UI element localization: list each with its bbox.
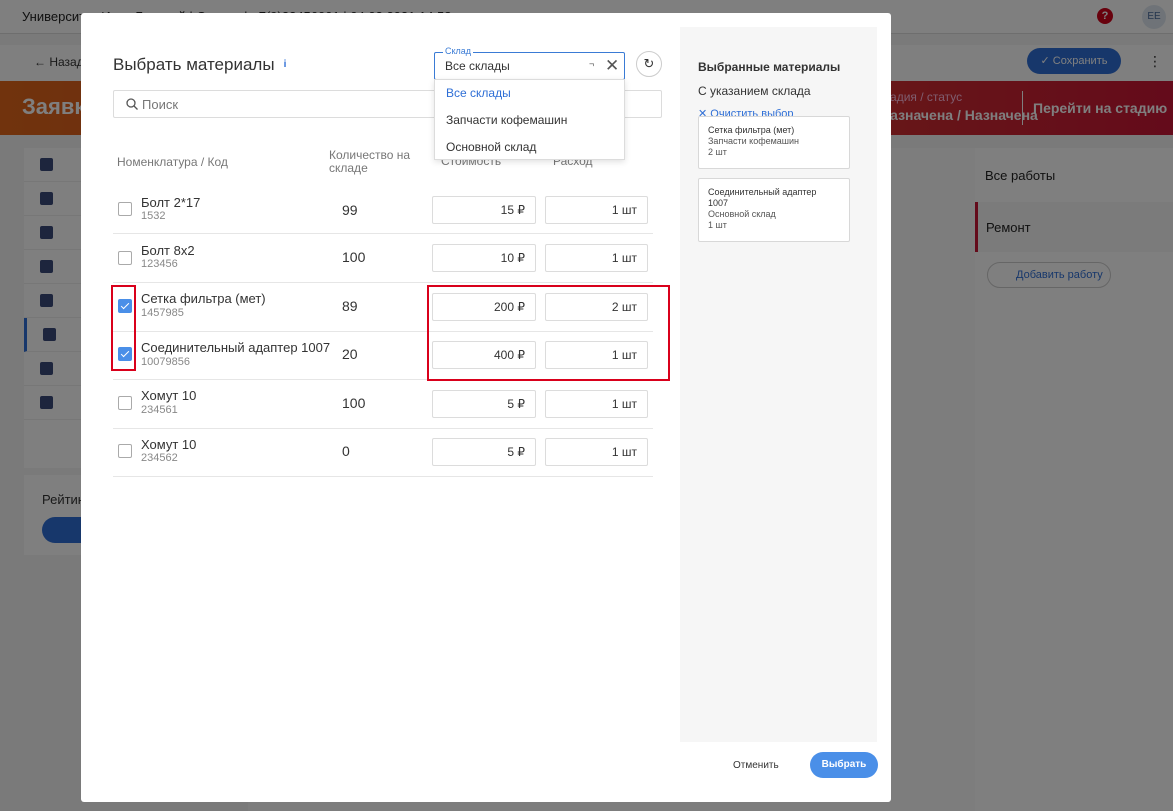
- dialog-title: Выбрать материалы: [113, 55, 275, 74]
- search-icon: [126, 98, 138, 110]
- selected-subtitle: С указанием склада: [698, 84, 811, 98]
- item-stock: 0: [342, 443, 350, 459]
- info-icon[interactable]: i: [278, 58, 292, 72]
- cost-input[interactable]: 5 ₽: [432, 390, 536, 418]
- column-stock: Количество на складе: [329, 148, 411, 175]
- selected-title: Выбранные материалы: [698, 60, 841, 74]
- selected-materials-panel: Выбранные материалы С указанием склада ✕…: [680, 27, 877, 742]
- row-checkbox[interactable]: [118, 396, 132, 410]
- item-name: Болт 2*17: [141, 195, 201, 210]
- warehouse-label: Склад: [443, 45, 474, 57]
- item-stock: 100: [342, 249, 366, 265]
- item-name: Хомут 10: [141, 437, 197, 452]
- table-row: Болт 8х2 123456 100 10 ₽ 1 шт: [113, 234, 653, 283]
- warehouse-option[interactable]: Все склады: [435, 80, 624, 107]
- cost-input[interactable]: 10 ₽: [432, 244, 536, 272]
- item-code: 1457985: [141, 307, 184, 319]
- item-code: 234562: [141, 452, 178, 464]
- consumption-input[interactable]: 1 шт: [545, 244, 648, 272]
- warehouse-value: Все склады: [445, 59, 510, 73]
- column-name: Номенклатура / Код: [117, 155, 228, 169]
- item-code: 1532: [141, 210, 166, 222]
- warehouse-select[interactable]: Склад Все склады ¬ ✕: [434, 45, 625, 80]
- cancel-button[interactable]: Отменить: [733, 760, 779, 771]
- item-name: Соединительный адаптер 1007: [141, 340, 331, 355]
- selected-item-warehouse: Основной склад: [708, 209, 776, 219]
- item-code: 10079856: [141, 356, 190, 368]
- clear-icon[interactable]: ✕: [605, 57, 619, 74]
- refresh-icon[interactable]: ↻: [636, 51, 662, 77]
- cost-input[interactable]: 5 ₽: [432, 438, 536, 466]
- selected-item-card: Соединительный адаптер 1007 Основной скл…: [698, 178, 850, 242]
- select-materials-dialog: Выбрать материалы i Номенклатура / Код К…: [81, 13, 891, 802]
- item-code: 234561: [141, 404, 178, 416]
- item-name: Сетка фильтра (мет): [141, 291, 266, 306]
- item-code: 123456: [141, 258, 178, 270]
- highlight-checkboxes: [111, 285, 136, 371]
- warehouse-option[interactable]: Основной склад: [435, 134, 624, 161]
- consumption-input[interactable]: 1 шт: [545, 390, 648, 418]
- selected-item-qty: 1 шт: [708, 220, 727, 230]
- selected-item-warehouse: Запчасти кофемашин: [708, 136, 800, 146]
- item-name: Хомут 10: [141, 388, 197, 403]
- table-row: Хомут 10 234562 0 5 ₽ 1 шт: [113, 428, 653, 477]
- cost-input[interactable]: 15 ₽: [432, 196, 536, 224]
- table-row: Болт 2*17 1532 99 15 ₽ 1 шт: [113, 185, 653, 234]
- item-stock: 100: [342, 395, 366, 411]
- selected-item-qty: 2 шт: [708, 147, 727, 157]
- item-stock: 20: [342, 346, 358, 362]
- caret-icon: ¬: [589, 59, 595, 69]
- highlight-cost-consumption: [427, 285, 670, 381]
- row-checkbox[interactable]: [118, 444, 132, 458]
- table-row: Хомут 10 234561 100 5 ₽ 1 шт: [113, 380, 653, 429]
- selected-item-name: Сетка фильтра (мет): [708, 125, 795, 135]
- selected-item-name: Соединительный адаптер 1007: [708, 187, 817, 208]
- warehouse-dropdown: Все склады Запчасти кофемашин Основной с…: [434, 79, 625, 160]
- item-name: Болт 8х2: [141, 243, 195, 258]
- warehouse-option[interactable]: Запчасти кофемашин: [435, 107, 624, 134]
- selected-item-card: Сетка фильтра (мет) Запчасти кофемашин 2…: [698, 116, 850, 169]
- select-button[interactable]: Выбрать: [810, 752, 878, 778]
- row-checkbox[interactable]: [118, 202, 132, 216]
- item-stock: 99: [342, 202, 358, 218]
- consumption-input[interactable]: 1 шт: [545, 196, 648, 224]
- consumption-input[interactable]: 1 шт: [545, 438, 648, 466]
- item-stock: 89: [342, 298, 358, 314]
- row-checkbox[interactable]: [118, 251, 132, 265]
